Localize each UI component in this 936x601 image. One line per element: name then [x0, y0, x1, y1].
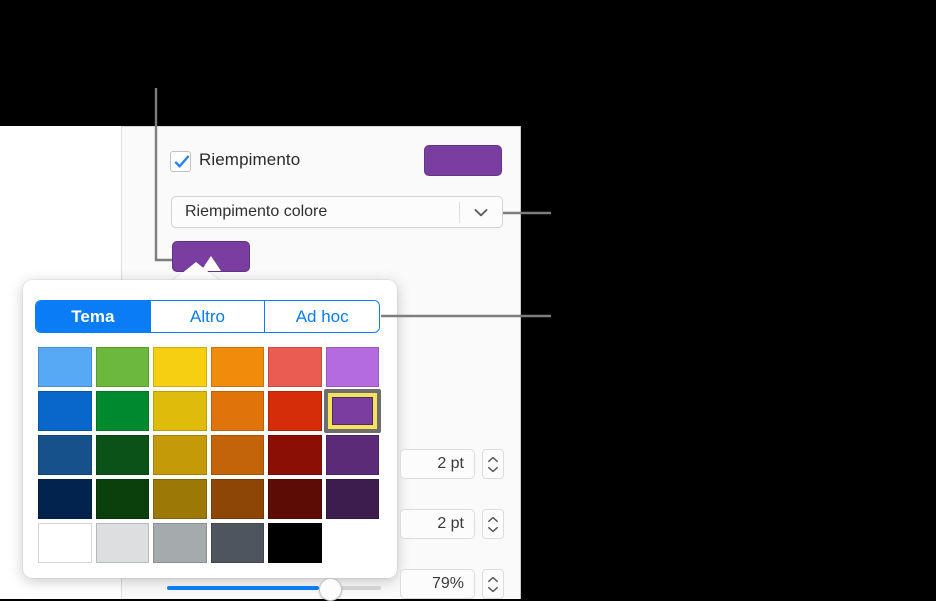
popover-arrow — [171, 262, 221, 282]
stepper-arrows-opacity[interactable] — [482, 569, 504, 599]
color-swatch-fill — [268, 391, 322, 431]
screenshot-stage: Riempimento Riempimento colore Tema Altr… — [0, 0, 936, 599]
fill-type-dropdown[interactable]: Riempimento colore — [171, 196, 503, 228]
color-swatch[interactable] — [36, 477, 94, 521]
tab-ad-hoc[interactable]: Ad hoc — [265, 301, 379, 332]
chevron-up-icon[interactable] — [487, 576, 499, 583]
color-swatch[interactable] — [94, 433, 152, 477]
color-swatch-fill — [38, 435, 92, 475]
color-swatch[interactable] — [94, 345, 152, 389]
color-swatch-fill — [96, 435, 150, 475]
fill-label: Riempimento — [199, 150, 300, 170]
color-swatch-fill — [211, 347, 265, 387]
color-swatch[interactable] — [151, 521, 209, 565]
color-swatch-fill — [268, 479, 322, 519]
color-swatch-fill — [211, 435, 265, 475]
color-swatch[interactable] — [324, 477, 382, 521]
color-swatch[interactable] — [209, 521, 267, 565]
color-swatch[interactable] — [266, 433, 324, 477]
color-swatch[interactable] — [266, 477, 324, 521]
color-swatch-fill — [96, 523, 150, 563]
color-swatch[interactable] — [209, 477, 267, 521]
color-swatch[interactable] — [36, 521, 94, 565]
slider-track-filled — [167, 586, 319, 590]
chevron-down-icon — [472, 206, 490, 218]
color-swatch[interactable] — [36, 389, 94, 433]
color-swatch-fill — [326, 435, 380, 475]
color-swatch-fill — [96, 479, 150, 519]
chevron-down-icon[interactable] — [487, 466, 499, 473]
color-swatch[interactable] — [36, 345, 94, 389]
color-swatch-fill — [326, 479, 380, 519]
color-swatch-fill — [38, 391, 92, 431]
color-swatch[interactable] — [266, 389, 324, 433]
color-swatch-fill — [153, 435, 207, 475]
color-swatch-fill — [211, 391, 265, 431]
color-swatch-fill — [268, 523, 322, 563]
theme-color-grid[interactable] — [36, 345, 381, 565]
stepper-row-opacity: 79% — [400, 569, 504, 599]
fill-color-well[interactable] — [424, 145, 502, 176]
inspector-top-rule — [122, 126, 521, 127]
color-swatch-fill — [96, 391, 150, 431]
color-swatch[interactable] — [94, 521, 152, 565]
color-swatch-fill — [211, 523, 265, 563]
color-swatch-fill — [153, 347, 207, 387]
color-swatch[interactable] — [209, 389, 267, 433]
color-swatch-fill — [96, 347, 150, 387]
color-swatch[interactable] — [209, 345, 267, 389]
color-swatch[interactable] — [94, 477, 152, 521]
color-swatch[interactable] — [151, 477, 209, 521]
color-swatch[interactable] — [151, 389, 209, 433]
opacity-slider[interactable] — [167, 578, 381, 599]
checkmark-icon — [173, 153, 191, 171]
color-swatch[interactable] — [266, 521, 324, 565]
color-swatch[interactable] — [151, 433, 209, 477]
color-mode-segmented-control[interactable]: Tema Altro Ad hoc — [35, 300, 380, 333]
tab-tema[interactable]: Tema — [36, 301, 151, 332]
chevron-down-icon[interactable] — [487, 526, 499, 533]
chevron-up-icon[interactable] — [487, 516, 499, 523]
stepper-arrows-1[interactable] — [482, 449, 504, 479]
fill-type-value: Riempimento colore — [185, 203, 327, 221]
color-swatch[interactable] — [36, 433, 94, 477]
stepper-field-2[interactable]: 2 pt — [400, 509, 475, 539]
color-swatch-fill — [38, 523, 92, 563]
color-swatch-fill — [326, 347, 380, 387]
color-swatch[interactable] — [324, 345, 382, 389]
stepper-row-1: 2 pt — [400, 449, 504, 479]
color-swatch[interactable] — [94, 389, 152, 433]
stepper-field-opacity[interactable]: 79% — [400, 569, 475, 599]
stepper-row-2: 2 pt — [400, 509, 504, 539]
color-swatch-fill — [153, 391, 207, 431]
color-swatch-fill — [268, 347, 322, 387]
fill-checkbox[interactable] — [170, 151, 191, 172]
color-swatch[interactable] — [151, 345, 209, 389]
color-swatch-empty — [324, 521, 382, 565]
stepper-field-1[interactable]: 2 pt — [400, 449, 475, 479]
tab-altro[interactable]: Altro — [151, 301, 266, 332]
color-swatch[interactable] — [266, 345, 324, 389]
slider-knob[interactable] — [319, 578, 342, 601]
dropdown-divider — [459, 202, 460, 223]
color-swatch-fill — [153, 523, 207, 563]
color-swatch-fill — [153, 479, 207, 519]
color-swatch[interactable] — [324, 389, 382, 433]
color-swatch[interactable] — [324, 433, 382, 477]
color-swatch[interactable] — [209, 433, 267, 477]
inspector-right-edge — [520, 126, 521, 599]
color-swatch-fill — [38, 347, 92, 387]
color-swatch-fill — [328, 393, 378, 429]
color-swatch-fill — [38, 479, 92, 519]
color-swatch-fill — [268, 435, 322, 475]
stepper-arrows-2[interactable] — [482, 509, 504, 539]
chevron-up-icon[interactable] — [487, 456, 499, 463]
slider-track-empty — [340, 586, 381, 590]
color-swatch-fill — [211, 479, 265, 519]
chevron-down-icon[interactable] — [487, 586, 499, 593]
